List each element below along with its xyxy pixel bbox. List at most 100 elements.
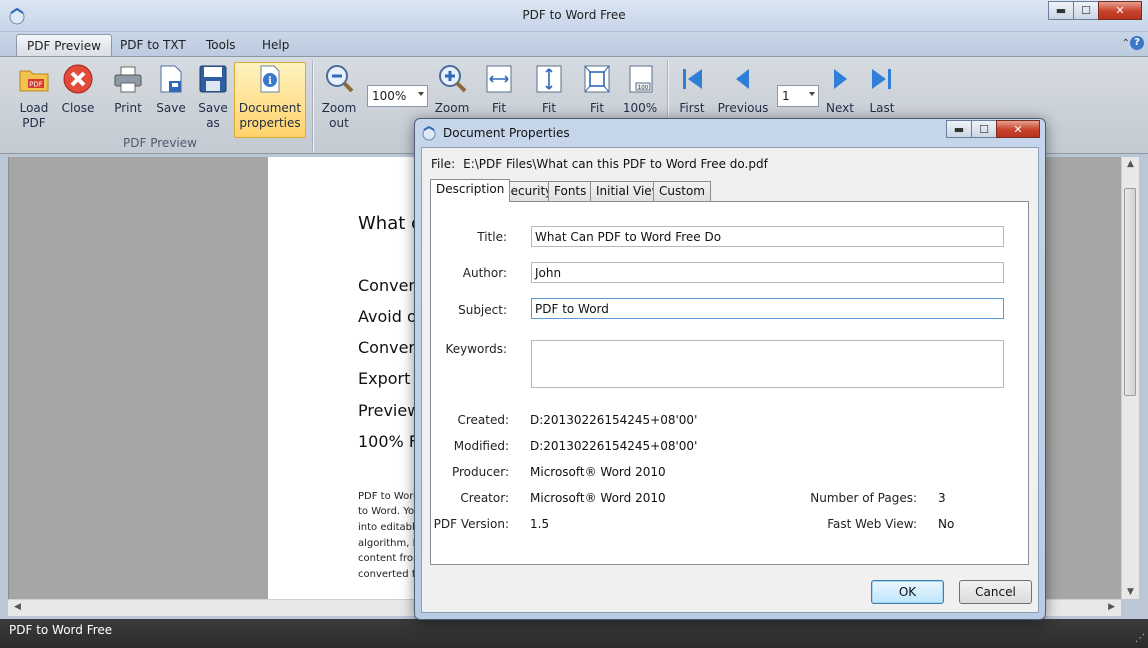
- last-page-label: Last: [869, 101, 895, 115]
- file-label: File:: [431, 157, 456, 171]
- svg-text:i: i: [268, 76, 272, 87]
- page-paragraph-line: algorithm, P: [358, 538, 419, 549]
- title-field[interactable]: What Can PDF to Word Free Do: [531, 226, 1004, 247]
- dialog-maximize-button[interactable]: ☐: [971, 120, 997, 138]
- close-window-button[interactable]: ✕: [1098, 1, 1142, 20]
- document-info-icon: i: [260, 65, 280, 93]
- author-label: Author:: [462, 266, 507, 280]
- fit-height-icon: [536, 65, 562, 93]
- svg-text:100: 100: [638, 85, 649, 91]
- zoom-out-button[interactable]: Zoom out: [319, 63, 359, 131]
- created-value: D:20130226154245+08'00': [530, 413, 698, 427]
- load-pdf-button[interactable]: PDF Load PDF: [14, 63, 54, 131]
- ribbon-tab-bar: PDF Preview PDF to TXT Tools Help: [0, 32, 1148, 57]
- ribbon-collapse-icon[interactable]: ⌃: [1122, 38, 1130, 49]
- chevron-down-icon: [418, 92, 424, 96]
- previous-page-button[interactable]: Previous: [716, 63, 770, 116]
- scroll-right-icon[interactable]: ▶: [1108, 602, 1115, 612]
- fit-width-button[interactable]: Fit: [481, 63, 517, 116]
- tab-pdf-preview[interactable]: PDF Preview: [16, 34, 112, 57]
- scroll-down-icon[interactable]: ▼: [1127, 587, 1134, 597]
- page-line: Convert: [358, 276, 422, 295]
- producer-value: Microsoft® Word 2010: [530, 465, 666, 479]
- close-icon: [63, 64, 93, 94]
- fit-width-icon: [486, 65, 512, 93]
- first-page-button[interactable]: First: [674, 63, 710, 116]
- keywords-field[interactable]: [531, 340, 1004, 388]
- floppy-disk-icon: [199, 65, 227, 93]
- group-label-pdf-preview: PDF Preview: [123, 136, 197, 150]
- last-page-button[interactable]: Last: [865, 63, 899, 116]
- cancel-button[interactable]: Cancel: [959, 580, 1032, 604]
- fit-page-icon: [584, 65, 610, 93]
- page-line: Convert: [358, 338, 422, 357]
- created-label: Created:: [457, 413, 509, 427]
- page-number-select[interactable]: 1: [777, 85, 819, 107]
- zoom-in-label: Zoom: [434, 101, 470, 115]
- fit-height-button[interactable]: Fit: [531, 63, 567, 116]
- actual-size-button[interactable]: 100 100%: [620, 63, 660, 116]
- app-icon: [422, 125, 436, 141]
- document-properties-button[interactable]: i Document properties: [234, 62, 306, 138]
- chevron-down-icon: [809, 92, 815, 96]
- resize-grip-icon[interactable]: ⋰: [1135, 633, 1145, 644]
- scroll-up-icon[interactable]: ▲: [1127, 159, 1134, 169]
- tab-description[interactable]: Description: [430, 179, 511, 202]
- svg-text:PDF: PDF: [29, 81, 43, 89]
- tab-help[interactable]: Help: [252, 36, 299, 56]
- previous-page-label: Previous: [717, 101, 769, 115]
- help-icon[interactable]: ?: [1130, 36, 1144, 50]
- next-page-button[interactable]: Next: [823, 63, 857, 116]
- keywords-label: Keywords:: [445, 342, 507, 356]
- pdf-version-label: PDF Version:: [433, 517, 509, 531]
- dialog-minimize-button[interactable]: ▬: [946, 120, 972, 138]
- close-label: Close: [61, 101, 95, 115]
- first-page-icon: [683, 69, 702, 89]
- maximize-button[interactable]: ☐: [1073, 1, 1099, 20]
- description-panel: Title: What Can PDF to Word Free Do Auth…: [430, 201, 1029, 565]
- fast-web-view-value: No: [938, 517, 955, 531]
- dialog-close-button[interactable]: ✕: [996, 120, 1040, 138]
- vertical-scroll-thumb[interactable]: [1124, 188, 1136, 396]
- scroll-left-icon[interactable]: ◀: [14, 602, 21, 612]
- minimize-button[interactable]: ▬: [1048, 1, 1074, 20]
- save-document-icon: [160, 65, 182, 93]
- print-button[interactable]: Print: [109, 63, 147, 116]
- dialog-title: Document Properties: [443, 126, 570, 140]
- close-pdf-button[interactable]: Close: [58, 63, 98, 116]
- last-page-icon: [872, 69, 891, 89]
- zoom-level-value: 100%: [372, 89, 407, 103]
- page-paragraph-line: to Word. Yo: [358, 506, 415, 517]
- tab-tools[interactable]: Tools: [196, 36, 246, 56]
- actual-size-icon: 100: [629, 65, 653, 93]
- tab-custom[interactable]: Custom: [653, 181, 711, 201]
- fit-page-button[interactable]: Fit: [579, 63, 615, 116]
- author-field[interactable]: John: [531, 262, 1004, 283]
- tab-fonts[interactable]: Fonts: [548, 181, 593, 201]
- zoom-in-icon: [439, 65, 467, 93]
- status-text: PDF to Word Free: [9, 623, 113, 637]
- fast-web-view-label: Fast Web View:: [827, 517, 917, 531]
- printer-icon: [114, 66, 142, 93]
- save-button[interactable]: Save: [152, 63, 190, 116]
- zoom-in-button[interactable]: Zoom: [432, 63, 472, 116]
- subject-label: Subject:: [458, 303, 507, 317]
- page-line: Preview: [358, 401, 421, 420]
- creator-value: Microsoft® Word 2010: [530, 491, 666, 505]
- pdf-page: What c Convert Avoid o Convert Export o …: [268, 157, 428, 599]
- page-line: 100% F: [358, 432, 419, 451]
- ok-button[interactable]: OK: [871, 580, 944, 604]
- next-arrow-icon: [834, 69, 847, 89]
- zoom-out-icon: [326, 65, 354, 93]
- actual-size-label: 100%: [622, 101, 658, 115]
- page-paragraph-line: into editable: [358, 522, 421, 533]
- creator-label: Creator:: [460, 491, 509, 505]
- ribbon-separator: [312, 61, 313, 153]
- subject-field[interactable]: PDF to Word: [531, 298, 1004, 319]
- zoom-level-select[interactable]: 100%: [367, 85, 428, 107]
- page-line: Avoid o: [358, 307, 417, 326]
- save-as-button[interactable]: Save as: [194, 63, 232, 131]
- fit-width-label: Fit: [491, 101, 507, 115]
- tab-pdf-to-txt[interactable]: PDF to TXT: [110, 36, 196, 56]
- print-label: Print: [114, 101, 142, 115]
